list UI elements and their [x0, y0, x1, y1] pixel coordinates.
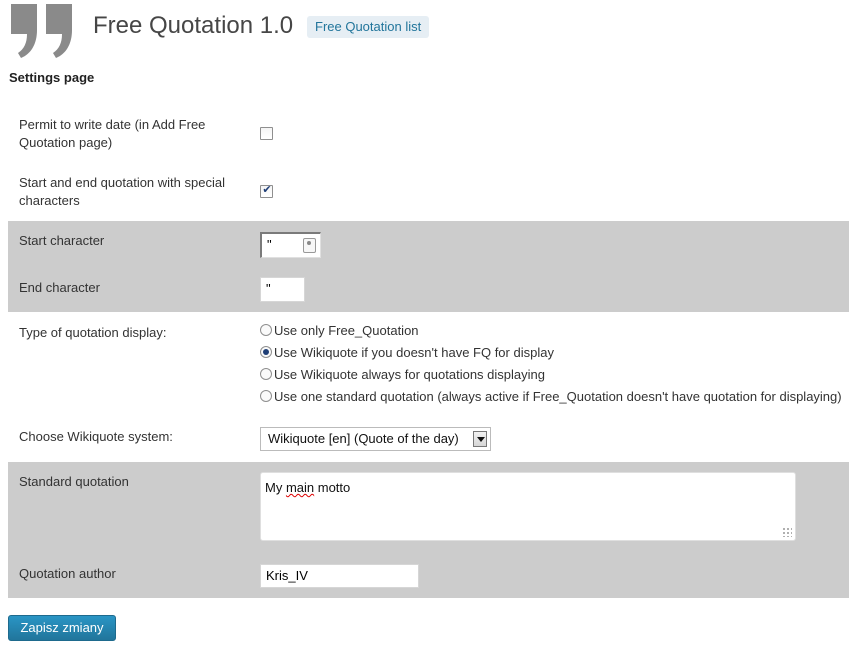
- free-quotation-list-link[interactable]: Free Quotation list: [307, 16, 430, 38]
- end-character-label: End character: [19, 280, 100, 295]
- display-type-label: Type of quotation display:: [19, 325, 167, 340]
- radio-option-free-quotation-only[interactable]: Use only Free_Quotation: [260, 322, 419, 340]
- page-header: Free Quotation 1.0 Free Quotation list: [0, 0, 849, 60]
- quotation-text-part: motto: [314, 480, 351, 495]
- quotation-author-input[interactable]: Kris_IV: [260, 564, 419, 588]
- start-character-label: Start character: [19, 233, 105, 248]
- quotation-text-part: My: [265, 480, 286, 495]
- radio-option-standard-quotation[interactable]: Use one standard quotation (always activ…: [260, 388, 842, 406]
- start-character-value: ": [267, 237, 272, 252]
- radio-option-wikiquote-fallback[interactable]: Use Wikiquote if you doesn't have FQ for…: [260, 344, 554, 362]
- settings-heading: Settings page: [9, 70, 95, 85]
- special-chars-row: Start and end quotation with special cha…: [8, 166, 849, 221]
- radio-button[interactable]: [260, 346, 272, 358]
- radio-label: Use Wikiquote if you doesn't have FQ for…: [274, 345, 554, 360]
- radio-button[interactable]: [260, 390, 272, 402]
- save-changes-button[interactable]: Zapisz zmiany: [8, 615, 116, 641]
- quotation-text-misspelled: main: [285, 480, 315, 495]
- characters-group: Start character " End character ": [8, 221, 849, 312]
- radio-button[interactable]: [260, 324, 272, 336]
- permit-date-row: Permit to write date (in Add Free Quotat…: [8, 108, 849, 164]
- standard-quotation-textarea[interactable]: My main motto: [260, 472, 796, 541]
- radio-label: Use Wikiquote always for quotations disp…: [274, 367, 545, 382]
- contact-card-icon[interactable]: [303, 238, 316, 253]
- end-character-input[interactable]: ": [260, 277, 305, 302]
- quotation-author-value: Kris_IV: [266, 568, 308, 583]
- wikiquote-system-row: Choose Wikiquote system: Wikiquote [en] …: [8, 418, 849, 462]
- quote-mark-icon: [11, 4, 72, 58]
- wikiquote-system-select[interactable]: Wikiquote [en] (Quote of the day): [260, 427, 491, 451]
- radio-option-wikiquote-always[interactable]: Use Wikiquote always for quotations disp…: [260, 366, 545, 384]
- standard-quotation-label: Standard quotation: [19, 474, 129, 489]
- start-character-input[interactable]: ": [260, 232, 321, 258]
- quotation-author-label: Quotation author: [19, 566, 116, 581]
- radio-label: Use only Free_Quotation: [274, 323, 419, 338]
- page-title: Free Quotation 1.0: [93, 12, 294, 39]
- quotation-group: Standard quotation My main motto Quotati…: [8, 462, 849, 598]
- special-chars-label: Start and end quotation with special cha…: [19, 175, 225, 208]
- special-chars-checkbox[interactable]: ✔: [260, 184, 273, 198]
- resize-handle-icon[interactable]: [782, 527, 792, 537]
- checkmark-icon: ✔: [262, 184, 272, 196]
- permit-date-checkbox[interactable]: [260, 127, 273, 140]
- wikiquote-system-label: Choose Wikiquote system:: [19, 429, 173, 444]
- wikiquote-system-value: Wikiquote [en] (Quote of the day): [268, 431, 459, 446]
- permit-date-label: Permit to write date (in Add Free Quotat…: [19, 117, 206, 150]
- display-type-row: Type of quotation display: Use only Free…: [8, 312, 849, 410]
- dropdown-arrow-icon[interactable]: [473, 431, 487, 447]
- radio-label: Use one standard quotation (always activ…: [274, 389, 842, 404]
- end-character-value: ": [266, 281, 271, 296]
- radio-button[interactable]: [260, 368, 272, 380]
